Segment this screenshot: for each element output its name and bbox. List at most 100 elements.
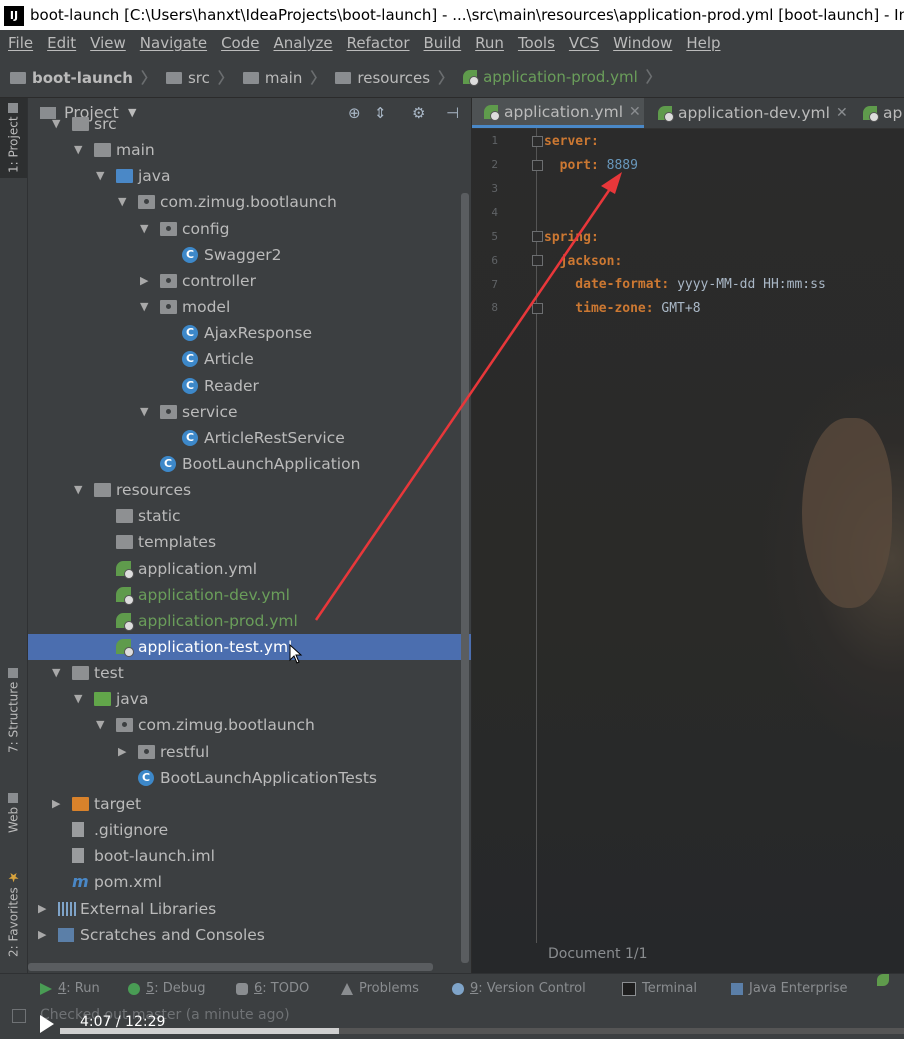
menu-code[interactable]: Code bbox=[213, 30, 265, 57]
tree-item[interactable]: application-prod.yml bbox=[28, 608, 471, 634]
tool-java-enterprise[interactable]: Java Enterprise bbox=[731, 974, 847, 1004]
chevron-down-icon[interactable]: ▼ bbox=[52, 660, 64, 686]
tool-spring[interactable] bbox=[877, 974, 895, 986]
video-progress-bar[interactable] bbox=[60, 1028, 904, 1034]
tree-item[interactable]: ▼ model bbox=[28, 294, 471, 320]
menu-view[interactable]: View bbox=[82, 30, 132, 57]
chevron-right-icon[interactable]: ▶ bbox=[52, 791, 64, 817]
tree-item[interactable]: templates bbox=[28, 529, 471, 555]
tree-item[interactable]: C Swagger2 bbox=[28, 242, 471, 268]
tree-item[interactable]: ▼ com.zimug.bootlaunch bbox=[28, 189, 471, 215]
tool-todo[interactable]: 6: TODO bbox=[236, 974, 309, 1004]
tree-item[interactable]: ▶ Scratches and Consoles bbox=[28, 922, 471, 948]
menu-navigate[interactable]: Navigate bbox=[132, 30, 213, 57]
menu-file[interactable]: File bbox=[0, 30, 39, 57]
menu-tools[interactable]: Tools bbox=[510, 30, 561, 57]
breadcrumb-resources[interactable]: resources 〉 bbox=[335, 58, 453, 98]
chevron-down-icon[interactable]: ▼ bbox=[96, 163, 108, 189]
tree-item[interactable]: ▼ main bbox=[28, 137, 471, 163]
tree-item[interactable]: C BootLaunchApplicationTests bbox=[28, 765, 471, 791]
tree-item[interactable]: .gitignore bbox=[28, 817, 471, 843]
tab-application-dev-yml[interactable]: application-dev.yml ✕ bbox=[652, 98, 852, 128]
play-icon[interactable] bbox=[40, 1015, 54, 1033]
chevron-right-icon[interactable]: ▶ bbox=[38, 922, 50, 948]
breadcrumb-src[interactable]: src 〉 bbox=[165, 58, 233, 98]
tab-structure[interactable]: 7: Structure bbox=[0, 658, 27, 763]
chevron-down-icon[interactable]: ▼ bbox=[140, 399, 152, 425]
breadcrumb-file[interactable]: application-prod.yml 〉 bbox=[463, 57, 661, 97]
close-icon[interactable]: ✕ bbox=[629, 98, 641, 127]
chevron-down-icon[interactable]: ▼ bbox=[140, 216, 152, 242]
tree-item[interactable]: application.yml bbox=[28, 556, 471, 582]
tree-item[interactable]: ▼ com.zimug.bootlaunch bbox=[28, 712, 471, 738]
tree-item[interactable]: m pom.xml bbox=[28, 869, 471, 895]
tree-item[interactable]: ▶ External Libraries bbox=[28, 896, 471, 922]
chevron-down-icon[interactable]: ▼ bbox=[118, 189, 130, 215]
tab-favorites[interactable]: 2: Favorites ★ bbox=[0, 863, 27, 963]
menu-vcs[interactable]: VCS bbox=[561, 30, 605, 57]
menu-refactor[interactable]: Refactor bbox=[339, 30, 416, 57]
menu-analyze[interactable]: Analyze bbox=[265, 30, 338, 57]
chevron-down-icon[interactable]: ▼ bbox=[96, 712, 108, 738]
tree-vertical-scrollbar[interactable] bbox=[461, 193, 469, 963]
spring-yml-icon bbox=[484, 104, 500, 121]
fold-marker-icon[interactable] bbox=[532, 136, 543, 147]
chevron-right-icon[interactable]: ▶ bbox=[140, 268, 152, 294]
fold-marker-icon[interactable] bbox=[532, 231, 543, 242]
tree-item[interactable]: ▶ target bbox=[28, 791, 471, 817]
tree-item[interactable]: application-dev.yml bbox=[28, 582, 471, 608]
breadcrumb-main[interactable]: main 〉 bbox=[242, 58, 325, 98]
tree-item[interactable]: C AjaxResponse bbox=[28, 320, 471, 346]
tree-item[interactable]: ▼ service bbox=[28, 399, 471, 425]
tree-item[interactable]: ▼ java bbox=[28, 686, 471, 712]
close-icon[interactable]: ✕ bbox=[836, 98, 848, 128]
tree-horizontal-scrollbar[interactable] bbox=[28, 963, 433, 971]
tab-application-yml[interactable]: application.yml ✕ bbox=[472, 98, 644, 128]
tool-debug[interactable]: 5: Debug bbox=[128, 974, 206, 1004]
tool-run[interactable]: 4: Run bbox=[40, 974, 100, 1004]
tree-item[interactable]: boot-launch.iml bbox=[28, 843, 471, 869]
tree-item[interactable]: ▼ src bbox=[28, 111, 471, 137]
tree-item[interactable]: static bbox=[28, 503, 471, 529]
chevron-down-icon[interactable]: ▼ bbox=[74, 137, 86, 163]
tree-item[interactable]: C Article bbox=[28, 346, 471, 372]
menu-window[interactable]: Window bbox=[605, 30, 678, 57]
breadcrumb-project[interactable]: boot-launch 〉 bbox=[10, 58, 156, 98]
tool-problems[interactable]: Problems bbox=[341, 974, 419, 1004]
tree-item[interactable]: application-test.yml bbox=[28, 634, 471, 660]
menu-run[interactable]: Run bbox=[467, 30, 510, 57]
tree-item[interactable]: ▼ config bbox=[28, 216, 471, 242]
tree-item[interactable]: ▼ java bbox=[28, 163, 471, 189]
tree-item[interactable]: C BootLaunchApplication bbox=[28, 451, 471, 477]
chevron-down-icon[interactable]: ▼ bbox=[140, 294, 152, 320]
module-file-icon bbox=[72, 848, 84, 864]
tree-item[interactable]: ▶ controller bbox=[28, 268, 471, 294]
tab-web[interactable]: Web bbox=[0, 783, 27, 843]
spring-yml-icon bbox=[116, 586, 134, 605]
fold-marker-icon[interactable] bbox=[532, 303, 543, 314]
fold-marker-icon[interactable] bbox=[532, 255, 543, 266]
tree-item[interactable]: C Reader bbox=[28, 373, 471, 399]
tree-item-label: boot-launch.iml bbox=[94, 847, 215, 866]
tree-item[interactable]: ▼ test bbox=[28, 660, 471, 686]
chevron-right-icon[interactable]: ▶ bbox=[38, 896, 50, 922]
menu-help[interactable]: Help bbox=[678, 30, 726, 57]
code-editor[interactable]: server: port: 8889 spring: jackson: date… bbox=[472, 128, 826, 316]
chevron-down-icon[interactable]: ▼ bbox=[52, 111, 64, 137]
spring-yml-icon bbox=[658, 106, 674, 122]
chevron-down-icon[interactable]: ▼ bbox=[74, 477, 86, 503]
tree-item[interactable]: ▶ restful bbox=[28, 739, 471, 765]
code-line: date-format: yyyy-MM-dd HH:mm:ss bbox=[544, 277, 826, 292]
tab-project[interactable]: 1: Project bbox=[0, 98, 27, 178]
chevron-right-icon[interactable]: ▶ bbox=[118, 739, 130, 765]
tree-item[interactable]: ▼ resources bbox=[28, 477, 471, 503]
menu-edit[interactable]: Edit bbox=[39, 30, 82, 57]
menu-build[interactable]: Build bbox=[416, 30, 468, 57]
tree-item[interactable]: C ArticleRestService bbox=[28, 425, 471, 451]
fold-marker-icon[interactable] bbox=[532, 160, 543, 171]
tab-application-prod-yml[interactable]: ap bbox=[857, 98, 904, 128]
chevron-down-icon[interactable]: ▼ bbox=[74, 686, 86, 712]
tool-version-control[interactable]: 9: Version Control bbox=[452, 974, 586, 1004]
status-square-icon[interactable] bbox=[12, 1009, 26, 1023]
tool-terminal[interactable]: Terminal bbox=[622, 974, 697, 1004]
